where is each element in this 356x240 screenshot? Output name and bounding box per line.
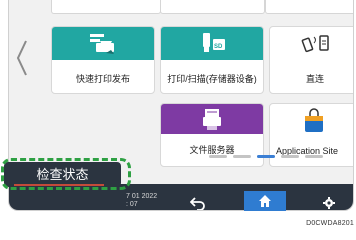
- highlight-callout: [1, 158, 131, 190]
- date-time-display: 7 01 2022 : 07: [126, 193, 157, 209]
- shopping-bag-icon: [305, 108, 323, 132]
- home-icon: [259, 195, 271, 207]
- tile-label: 直连: [305, 74, 324, 84]
- svg-text:SD: SD: [214, 44, 223, 50]
- top-tile-partial-1[interactable]: [51, 0, 161, 14]
- gear-icon[interactable]: [323, 197, 335, 209]
- page-dot[interactable]: [233, 155, 251, 158]
- page-dot[interactable]: [209, 155, 227, 158]
- scroll-left-icon[interactable]: [15, 38, 29, 78]
- usb-sd-icon: SD: [203, 33, 225, 52]
- page-indicator: [209, 155, 323, 159]
- date-text: 7 01 2022: [126, 193, 158, 200]
- tile-quick-print-release[interactable]: 快速打印发布: [51, 26, 155, 94]
- figure-caption: D0CWDA8201: [306, 220, 354, 227]
- document-server-icon: [203, 109, 221, 130]
- page-dot[interactable]: [305, 155, 323, 158]
- top-tile-partial-3[interactable]: [265, 0, 353, 14]
- tile-label: 打印/扫描(存储器设备): [167, 74, 257, 84]
- page-dot[interactable]: [281, 155, 299, 158]
- tile-label: 快速打印发布: [75, 74, 130, 84]
- top-tile-partial-2[interactable]: [160, 0, 265, 14]
- home-button[interactable]: [244, 191, 286, 211]
- time-text: : 07: [126, 201, 138, 208]
- printer-release-icon: [90, 34, 114, 54]
- tile-direct-connect[interactable]: 直连: [269, 26, 353, 94]
- page-dot-active[interactable]: [257, 155, 275, 158]
- phone-nfc-icon: [301, 35, 329, 53]
- tile-print-scan-memory[interactable]: SD 打印/扫描(存储器设备): [160, 26, 264, 94]
- back-arrow-icon[interactable]: [190, 196, 206, 210]
